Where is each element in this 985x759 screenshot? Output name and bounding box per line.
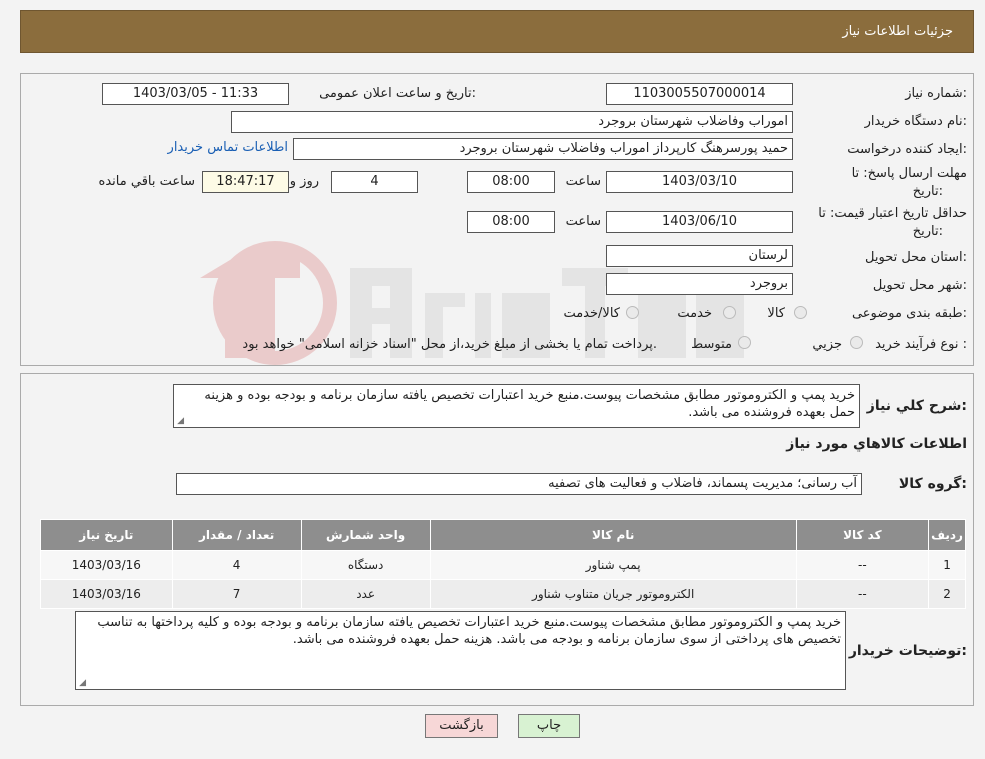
buyer-org-label: نام دستگاه خریدار: bbox=[864, 114, 967, 129]
process-minor-label: جزیي bbox=[812, 337, 842, 352]
process-radio-minor[interactable] bbox=[850, 336, 863, 349]
table-row: 2 -- الکتروموتور جریان متناوب شناور عدد … bbox=[40, 579, 966, 609]
province-label: استان محل تحویل: bbox=[865, 250, 967, 265]
col-unit-header: واحد شمارش bbox=[300, 519, 431, 551]
goods-group-label: گروه کالا: bbox=[898, 476, 967, 492]
general-description-value: خرید پمپ و الکتروموتور مطابق مشخصات پیوس… bbox=[204, 388, 855, 420]
col-code-header: کد کالا bbox=[795, 519, 930, 551]
resize-grip-icon[interactable]: ◢ bbox=[78, 679, 86, 688]
goods-group-field: آب رسانی؛ مدیریت پسماند، فاضلاب و فعالیت… bbox=[176, 473, 862, 495]
days-remaining-field: 4 bbox=[331, 171, 418, 193]
province-field: لرستان bbox=[606, 245, 793, 267]
cell-date: 1403/03/16 bbox=[40, 579, 173, 609]
deadline-time-field: 08:00 bbox=[467, 171, 555, 193]
deadline-date-field: 1403/03/10 bbox=[606, 171, 793, 193]
cell-unit: دستگاه bbox=[300, 550, 431, 580]
days-label: روز و bbox=[289, 174, 319, 189]
remaining-time-label: ساعت باقي مانده bbox=[98, 174, 195, 189]
creator-label: ایجاد کننده درخواست: bbox=[847, 142, 967, 157]
validity-date-field: 1403/06/10 bbox=[606, 211, 793, 233]
category-radio-service[interactable] bbox=[723, 306, 736, 319]
back-button[interactable]: بازگشت bbox=[425, 714, 498, 738]
col-qty-header: تعداد / مقدار bbox=[171, 519, 302, 551]
deadline-label: مهلت ارسال پاسخ: تا bbox=[851, 166, 967, 181]
need-number-field: 1103005507000014 bbox=[606, 83, 793, 105]
process-radio-medium[interactable] bbox=[738, 336, 751, 349]
cell-code: -- bbox=[795, 579, 930, 609]
city-label: شهر محل تحویل: bbox=[872, 278, 967, 293]
validity-label-date: تاریخ: bbox=[912, 224, 943, 239]
announce-datetime-label: تاریخ و ساعت اعلان عمومی: bbox=[319, 86, 476, 101]
table-header-row: رديف کد کالا نام کالا واحد شمارش تعداد /… bbox=[40, 519, 966, 551]
cell-name: پمپ شناور bbox=[429, 550, 797, 580]
cell-date: 1403/03/16 bbox=[40, 550, 173, 580]
cell-name: الکتروموتور جریان متناوب شناور bbox=[429, 579, 797, 609]
creator-field: حمید پورسرهنگ کارپرداز اموراب وفاضلاب شه… bbox=[293, 138, 793, 160]
page-title: جزئیات اطلاعات نیاز bbox=[842, 24, 953, 39]
announce-datetime-field: 1403/03/05 - 11:33 bbox=[102, 83, 289, 105]
remaining-time-field: 18:47:17 bbox=[202, 171, 289, 193]
cell-code: -- bbox=[795, 550, 930, 580]
validity-time-field: 08:00 bbox=[467, 211, 555, 233]
process-treasury-note: پرداخت تمام یا بخشی از مبلغ خرید،از محل … bbox=[242, 337, 657, 352]
buyer-notes-text[interactable]: خرید پمپ و الکتروموتور مطابق مشخصات پیوس… bbox=[75, 611, 846, 690]
process-medium-label: متوسط bbox=[691, 337, 732, 352]
need-number-label: شماره نیاز: bbox=[905, 86, 967, 101]
cell-qty: 4 bbox=[171, 550, 302, 580]
cell-row: 1 bbox=[928, 550, 966, 580]
cell-unit: عدد bbox=[300, 579, 431, 609]
category-radio-goods[interactable] bbox=[794, 306, 807, 319]
category-radio-goods-service[interactable] bbox=[626, 306, 639, 319]
general-description-label: شرح کلي نياز: bbox=[866, 398, 967, 414]
cell-row: 2 bbox=[928, 579, 966, 609]
col-name-header: نام کالا bbox=[429, 519, 797, 551]
city-field: بروجرد bbox=[606, 273, 793, 295]
category-goods-label: کالا bbox=[767, 306, 785, 321]
print-button[interactable]: چاپ bbox=[518, 714, 580, 738]
page-header: جزئیات اطلاعات نیاز bbox=[20, 10, 974, 53]
category-label: طبقه بندی موضوعی: bbox=[851, 306, 967, 321]
buyer-org-field: اموراب وفاضلاب شهرستان بروجرد bbox=[231, 111, 793, 133]
resize-grip-icon[interactable]: ◢ bbox=[176, 417, 184, 426]
general-description-text[interactable]: خرید پمپ و الکتروموتور مطابق مشخصات پیوس… bbox=[173, 384, 860, 428]
buyer-notes-label: توضيحات خريدار: bbox=[848, 643, 967, 659]
items-table: رديف کد کالا نام کالا واحد شمارش تعداد /… bbox=[40, 519, 966, 609]
col-row-header: رديف bbox=[928, 519, 966, 551]
validity-time-label: ساعت bbox=[565, 214, 601, 229]
deadline-time-label: ساعت bbox=[565, 174, 601, 189]
buyer-contact-link[interactable]: اطلاعات تماس خریدار bbox=[168, 140, 288, 155]
table-row: 1 -- پمپ شناور دستگاه 4 1403/03/16 bbox=[40, 550, 966, 580]
validity-label: حداقل تاریخ اعتبار قیمت: تا bbox=[818, 206, 967, 221]
process-type-label: نوع فرآیند خرید : bbox=[875, 337, 967, 352]
deadline-label-date: تاریخ: bbox=[912, 184, 943, 199]
category-goods-service-label: کالا/خدمت bbox=[563, 306, 620, 321]
cell-qty: 7 bbox=[171, 579, 302, 609]
category-service-label: خدمت bbox=[677, 306, 712, 321]
items-section-title: اطلاعات کالاهاي مورد نياز bbox=[786, 436, 967, 452]
col-date-header: تاریخ نیاز bbox=[40, 519, 173, 551]
buyer-notes-value: خرید پمپ و الکتروموتور مطابق مشخصات پیوس… bbox=[97, 615, 841, 647]
